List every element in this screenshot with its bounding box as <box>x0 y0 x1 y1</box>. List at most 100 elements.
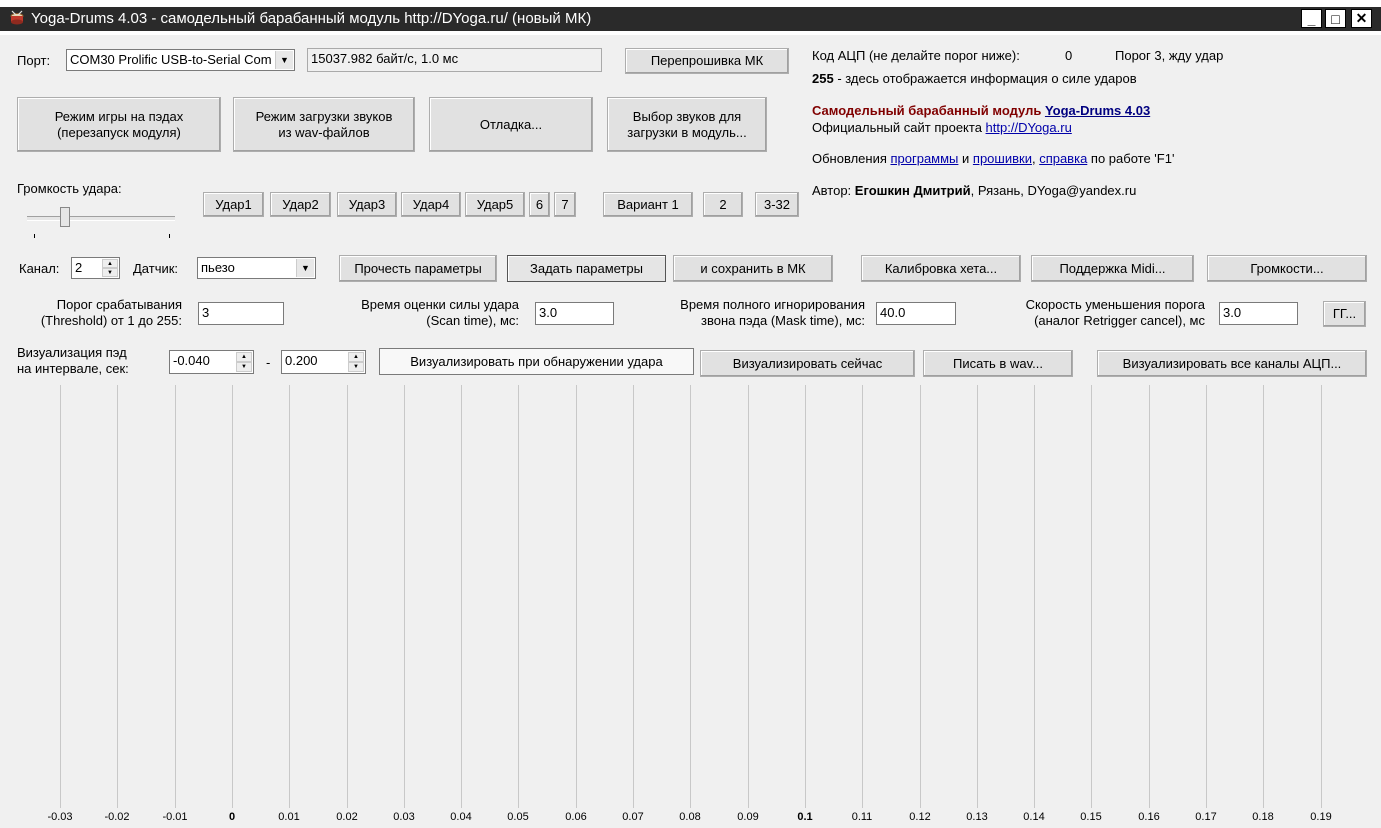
module-title-text: Самодельный барабанный модуль <box>812 103 1045 118</box>
hit-7-button[interactable]: 7 <box>554 192 576 217</box>
variant-1-button[interactable]: Вариант 1 <box>603 192 693 217</box>
time-tick-label: 0.05 <box>507 811 529 823</box>
play-mode-button[interactable]: Режим игры на пэдах (перезапуск модуля) <box>17 97 221 152</box>
read-params-button[interactable]: Прочесть параметры <box>339 255 497 282</box>
flash-mk-button[interactable]: Перепрошивка МК <box>625 48 789 74</box>
channel-spinner[interactable]: 2 ▲ ▼ <box>71 257 120 279</box>
save-to-mk-button[interactable]: и сохранить в МК <box>673 255 833 282</box>
interval-dash: - <box>266 355 271 370</box>
grid-line <box>1263 385 1264 808</box>
hit-1-button[interactable]: Удар1 <box>203 192 264 217</box>
hit-6-button[interactable]: 6 <box>529 192 550 217</box>
set-params-button[interactable]: Задать параметры <box>507 255 666 282</box>
close-button[interactable]: ✕ <box>1351 9 1372 28</box>
author-line: Автор: Егошкин Дмитрий, Рязань, DYoga@ya… <box>812 183 1136 198</box>
midi-support-button[interactable]: Поддержка Midi... <box>1031 255 1194 282</box>
updates-line: Обновления программы и прошивки, справка… <box>812 151 1174 166</box>
volume-slider-track[interactable] <box>27 216 175 221</box>
updates-suffix: по работе 'F1' <box>1087 151 1175 166</box>
time-tick-label: 0.14 <box>1023 811 1045 823</box>
time-tick-label: 0.08 <box>679 811 701 823</box>
time-tick-label: -0.01 <box>162 811 188 823</box>
grid-line <box>576 385 577 808</box>
visualize-on-hit-toggle[interactable]: Визуализировать при обнаружении удара <box>379 348 694 375</box>
channel-label: Канал: <box>19 261 60 276</box>
hit-3-button[interactable]: Удар3 <box>337 192 397 217</box>
debug-button[interactable]: Отладка... <box>429 97 593 152</box>
mask-time-input[interactable]: 40.0 <box>876 302 956 325</box>
write-wav-button[interactable]: Писать в wav... <box>923 350 1073 377</box>
sensor-select-value: пьезо <box>201 260 235 275</box>
drum-app-icon <box>9 10 25 26</box>
visualize-now-button[interactable]: Визуализировать сейчас <box>700 350 915 377</box>
port-select[interactable]: COM30 Prolific USB-to-Serial Com ▼ <box>66 49 295 71</box>
time-tick-label: 0.16 <box>1138 811 1160 823</box>
updates-and: и <box>958 151 973 166</box>
spin-up-icon[interactable]: ▲ <box>236 352 252 362</box>
updates-firmware-link[interactable]: прошивки <box>973 151 1032 166</box>
time-tick-label: 0 <box>228 811 236 823</box>
maximize-button[interactable]: □ <box>1325 9 1346 28</box>
mask-time-label-1: Время полного игнорирования <box>680 297 865 312</box>
port-label: Порт: <box>17 53 51 68</box>
sensor-select[interactable]: пьезо ▼ <box>197 257 316 279</box>
visualize-label-2: на интервале, сек: <box>17 361 129 376</box>
mask-time-label-2: звона пэда (Mask time), мс: <box>701 313 865 328</box>
updates-program-link[interactable]: программы <box>890 151 958 166</box>
time-tick-label: -0.02 <box>104 811 130 823</box>
time-tick-label: 0.15 <box>1080 811 1102 823</box>
spin-down-icon[interactable]: ▼ <box>348 362 364 372</box>
load-wav-mode-button[interactable]: Режим загрузки звуков из wav-файлов <box>233 97 415 152</box>
time-tick-label: 0.09 <box>737 811 759 823</box>
module-version-link[interactable]: Yoga-Drums 4.03 <box>1045 103 1150 118</box>
hit-force-text: - здесь отображается информация о силе у… <box>833 71 1137 86</box>
grid-line <box>1091 385 1092 808</box>
grid-line <box>1149 385 1150 808</box>
grid-line <box>1206 385 1207 808</box>
spin-up-icon[interactable]: ▲ <box>348 352 364 362</box>
time-tick-label: 0.1 <box>797 811 813 823</box>
hit-force-value: 255 <box>812 71 834 86</box>
grid-line <box>862 385 863 808</box>
interval-to-spinner[interactable]: 0.200 ▲ ▼ <box>281 350 366 374</box>
updates-prefix: Обновления <box>812 151 891 166</box>
grid-line <box>461 385 462 808</box>
retrigger-input[interactable]: 3.0 <box>1219 302 1298 325</box>
time-tick-label: 0.04 <box>450 811 472 823</box>
grid-line <box>633 385 634 808</box>
grid-line <box>347 385 348 808</box>
time-tick-label: 0.03 <box>393 811 415 823</box>
gg-button[interactable]: ГГ... <box>1323 301 1366 327</box>
grid-line <box>232 385 233 808</box>
visualize-all-channels-button[interactable]: Визуализировать все каналы АЦП... <box>1097 350 1367 377</box>
grid-line <box>117 385 118 808</box>
site-text: Официальный сайт проекта <box>812 120 986 135</box>
hit-4-button[interactable]: Удар4 <box>401 192 461 217</box>
variant-3-32-button[interactable]: 3-32 <box>755 192 799 217</box>
volume-slider-thumb[interactable] <box>60 207 70 227</box>
scan-time-label-2: (Scan time), мс: <box>426 313 519 328</box>
volumes-button[interactable]: Громкости... <box>1207 255 1367 282</box>
hit-5-button[interactable]: Удар5 <box>465 192 525 217</box>
variant-2-button[interactable]: 2 <box>703 192 743 217</box>
site-link[interactable]: http://DYoga.ru <box>986 120 1072 135</box>
chevron-down-icon[interactable]: ▼ <box>296 259 314 277</box>
interval-from-spinner[interactable]: -0.040 ▲ ▼ <box>169 350 254 374</box>
retrigger-label-2: (аналог Retrigger cancel), мс <box>1034 313 1205 328</box>
hit-2-button[interactable]: Удар2 <box>270 192 331 217</box>
scan-time-input[interactable]: 3.0 <box>535 302 614 325</box>
hihat-calibration-button[interactable]: Калибровка хета... <box>861 255 1021 282</box>
help-link[interactable]: справка <box>1039 151 1087 166</box>
slider-tick-max <box>169 234 170 238</box>
choose-sounds-button[interactable]: Выбор звуков для загрузки в модуль... <box>607 97 767 152</box>
scan-time-label-1: Время оценки силы удара <box>361 297 519 312</box>
grid-line <box>289 385 290 808</box>
spin-up-icon[interactable]: ▲ <box>102 259 118 268</box>
port-rate-display: 15037.982 байт/с, 1.0 мс <box>307 48 602 72</box>
threshold-input[interactable]: 3 <box>198 302 284 325</box>
minimize-button[interactable]: _ <box>1301 9 1322 28</box>
spin-down-icon[interactable]: ▼ <box>236 362 252 372</box>
time-tick-label: -0.03 <box>47 811 73 823</box>
chevron-down-icon[interactable]: ▼ <box>275 51 293 69</box>
spin-down-icon[interactable]: ▼ <box>102 268 118 277</box>
